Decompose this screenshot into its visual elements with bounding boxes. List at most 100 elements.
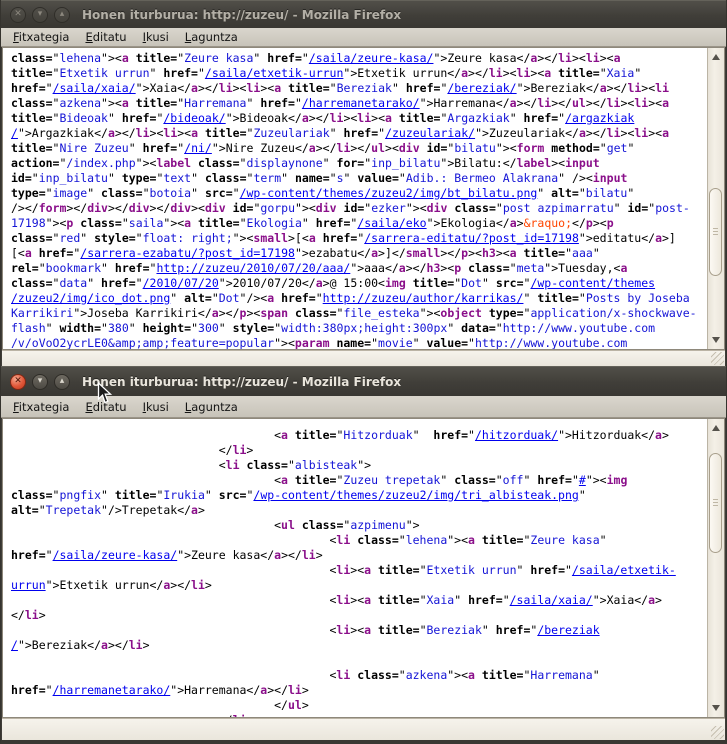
source-text: ">Etxetik urrun</ (343, 66, 461, 80)
attribute-name: href= (281, 291, 316, 305)
source-link[interactable]: /2010/07/20 (143, 276, 219, 290)
source-link[interactable]: urrun (11, 578, 46, 592)
source-link[interactable]: /saila/zeure-kasa/ (309, 51, 434, 65)
resize-grip[interactable] (711, 726, 724, 739)
source-link[interactable]: /saila/xaia/ (53, 81, 136, 95)
attribute-name: value= (427, 336, 469, 349)
source-link[interactable]: /argazkiak (565, 111, 634, 125)
source-link[interactable]: /bereziak (537, 623, 599, 637)
source-text (288, 306, 295, 320)
source-line: href="/saila/zeure-kasa/">Zeure kasa</a>… (11, 548, 707, 563)
source-link[interactable]: /harremanetarako/ (302, 96, 420, 110)
attribute-value: post azpimarratu (503, 201, 614, 215)
source-text: " (371, 336, 378, 349)
scroll-up-button[interactable] (708, 420, 724, 436)
source-text: " (420, 563, 427, 577)
source-link[interactable]: http://zuzeu/author/karrikas/ (323, 291, 524, 305)
source-text (226, 201, 233, 215)
source-text: >[< (288, 231, 309, 245)
source-link[interactable]: /zuzeu2/img/ico_dot.png (11, 291, 170, 305)
scroll-down-button[interactable] (708, 700, 724, 716)
attribute-value: Hitzorduak (343, 428, 412, 442)
source-link[interactable]: /saila/zeure-kasa/ (53, 548, 178, 562)
attribute-name: href= (11, 81, 46, 95)
attribute-name: class= (302, 518, 344, 532)
source-text: > (517, 216, 524, 230)
source-text: ></ (219, 306, 240, 320)
tag-name: li (336, 668, 350, 682)
vertical-scrollbar[interactable] (707, 419, 724, 717)
attribute-name: class= (295, 306, 337, 320)
source-text: < (11, 458, 226, 472)
scrollbar-thumb[interactable] (709, 453, 722, 553)
tag-name: li (233, 443, 247, 457)
scrollbar-thumb[interactable] (709, 188, 722, 276)
tag-name: p (586, 216, 593, 230)
attribute-value: Ekologia (247, 216, 302, 230)
source-link[interactable]: /wp-content/themes/zuzeu2/img/bt_bilatu.… (240, 186, 538, 200)
source-link[interactable]: /sarrera-editatu/?post_id=17198 (364, 231, 579, 245)
source-link[interactable]: /saila/etxetik- (572, 563, 676, 577)
source-link[interactable]: /harremanetarako/ (53, 683, 171, 697)
source-code[interactable]: class="lehena"><a title="Zeure kasa" hre… (3, 48, 707, 349)
source-text: " (503, 593, 510, 607)
source-text: " (198, 66, 205, 80)
source-text: " (191, 186, 205, 200)
source-link[interactable]: /saila/etxetik-urrun (205, 66, 343, 80)
source-link[interactable]: /zuzeulariak/ (385, 126, 475, 140)
attribute-value: s (337, 171, 344, 185)
menu-editatu[interactable]: Editatu (77, 399, 134, 415)
scroll-up-button[interactable] (708, 49, 724, 65)
source-text: > (655, 593, 662, 607)
menu-fitxategia[interactable]: Fitxategia (5, 29, 77, 45)
source-link[interactable]: /hitzorduak/ (475, 428, 558, 442)
attribute-value: term (253, 171, 281, 185)
vertical-scrollbar[interactable] (707, 48, 724, 349)
titlebar[interactable]: ✕ ▾ ▴ Honen iturburua: http://zuzeu/ - M… (1, 366, 726, 396)
attribute-name: title= (11, 141, 53, 155)
source-link[interactable]: /sarrera-ezabatu/?post_id=17198 (80, 246, 295, 260)
menu-laguntza[interactable]: Laguntza (177, 29, 246, 45)
menu-laguntza[interactable]: Laguntza (177, 399, 246, 415)
minimize-button[interactable]: ▾ (32, 374, 48, 390)
source-link[interactable]: /wp-content/themes (530, 276, 655, 290)
source-link[interactable]: /ni/ (184, 141, 212, 155)
close-button[interactable]: ✕ (10, 374, 26, 390)
resize-grip[interactable] (711, 352, 724, 365)
source-text: < (11, 623, 336, 637)
view-source-window-top: ✕ ▾ ▴ Honen iturburua: http://zuzeu/ - M… (0, 0, 727, 366)
source-link[interactable]: /wp-content/themes/zuzeu2/img/tri_albist… (253, 488, 578, 502)
source-link[interactable]: http://zuzeu/2010/07/20/aaa/ (156, 261, 350, 275)
tag-name: a (309, 231, 316, 245)
source-link[interactable]: / (11, 126, 18, 140)
minimize-button[interactable]: ▾ (32, 7, 48, 23)
menu-ikusi[interactable]: Ikusi (135, 399, 177, 415)
source-link[interactable]: /bereziak/ (447, 81, 516, 95)
source-link[interactable]: # (579, 473, 586, 487)
source-link[interactable]: / (11, 638, 18, 652)
source-text: ">< (420, 306, 441, 320)
source-text: >< (530, 66, 544, 80)
maximize-button[interactable]: ▴ (54, 7, 70, 23)
menu-fitxategia[interactable]: Fitxategia (5, 399, 77, 415)
source-link[interactable]: /saila/eko (357, 216, 426, 230)
close-button[interactable]: ✕ (10, 7, 26, 23)
source-text: " (468, 336, 475, 349)
source-link[interactable]: /saila/xaia/ (510, 593, 593, 607)
source-line: </ul> (11, 698, 707, 713)
source-text: " (253, 51, 267, 65)
tag-name: li (246, 81, 260, 95)
source-text: ></ (537, 51, 558, 65)
titlebar[interactable]: ✕ ▾ ▴ Honen iturburua: http://zuzeu/ - M… (1, 0, 726, 28)
scroll-down-button[interactable] (708, 332, 724, 348)
source-text: " (496, 321, 503, 335)
source-text: > (39, 608, 46, 622)
source-text: >] (662, 231, 676, 245)
attribute-value: Argazkiak (447, 111, 509, 125)
tag-name: a (122, 96, 129, 110)
menu-editatu[interactable]: Editatu (77, 29, 134, 45)
menu-ikusi[interactable]: Ikusi (135, 29, 177, 45)
source-code[interactable]: <a title="Hitzorduak" href="/hitzorduak/… (3, 419, 707, 717)
source-link[interactable]: /bideoak/ (163, 111, 225, 125)
maximize-button[interactable]: ▴ (54, 374, 70, 390)
